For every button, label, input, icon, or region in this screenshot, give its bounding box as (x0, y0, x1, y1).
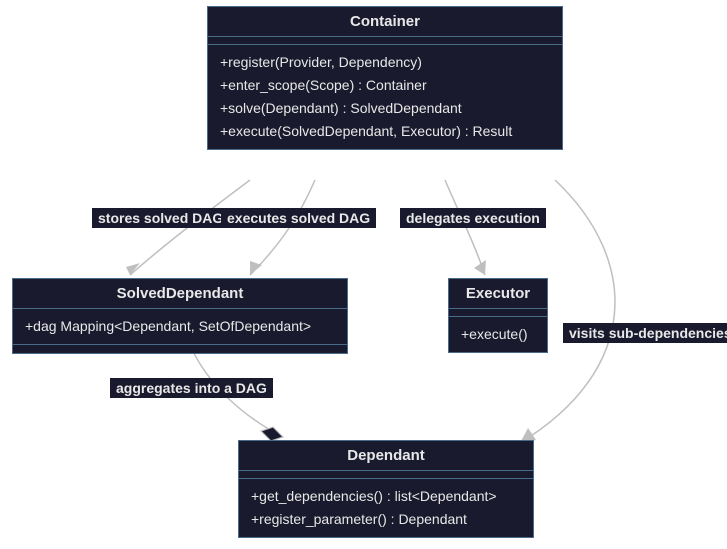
attr-row: +dag Mapping<Dependant, SetOfDependant> (25, 315, 335, 338)
class-attrs-empty (208, 37, 562, 45)
class-title: SolvedDependant (13, 279, 347, 309)
class-container: Container +register(Provider, Dependency… (207, 6, 563, 150)
method-row: +solve(Dependant) : SolvedDependant (220, 97, 550, 120)
class-methods: +register(Provider, Dependency) +enter_s… (208, 45, 562, 149)
edge-label-delegates-execution: delegates execution (400, 208, 546, 228)
method-row: +register_parameter() : Dependant (251, 508, 521, 531)
aggregation-diamond (261, 427, 283, 441)
method-row: +execute() (461, 323, 535, 346)
method-row: +enter_scope(Scope) : Container (220, 74, 550, 97)
arrowhead (474, 260, 486, 275)
method-row: +get_dependencies() : list<Dependant> (251, 485, 521, 508)
class-title: Executor (449, 279, 547, 309)
class-methods-empty (13, 345, 347, 353)
class-dependant: Dependant +get_dependencies() : list<Dep… (238, 440, 534, 538)
edge-label-executes-solved-dag: executes solved DAG (221, 208, 376, 228)
class-title: Container (208, 7, 562, 37)
class-executor: Executor +execute() (448, 278, 548, 353)
edge-label-stores-solved-dag: stores solved DAG (92, 208, 229, 228)
method-row: +register(Provider, Dependency) (220, 51, 550, 74)
class-attrs-empty (239, 471, 533, 479)
class-attrs: +dag Mapping<Dependant, SetOfDependant> (13, 309, 347, 345)
arrowhead (126, 263, 140, 275)
class-solved-dependant: SolvedDependant +dag Mapping<Dependant, … (12, 278, 348, 354)
class-title: Dependant (239, 441, 533, 471)
edge-label-visits-sub-deps: visits sub-dependencies (563, 323, 727, 343)
edge-label-aggregates-dag: aggregates into a DAG (110, 378, 273, 398)
arrowhead (250, 261, 262, 275)
method-row: +execute(SolvedDependant, Executor) : Re… (220, 120, 550, 143)
class-methods: +get_dependencies() : list<Dependant> +r… (239, 479, 533, 537)
class-attrs-empty (449, 309, 547, 317)
class-methods: +execute() (449, 317, 547, 352)
